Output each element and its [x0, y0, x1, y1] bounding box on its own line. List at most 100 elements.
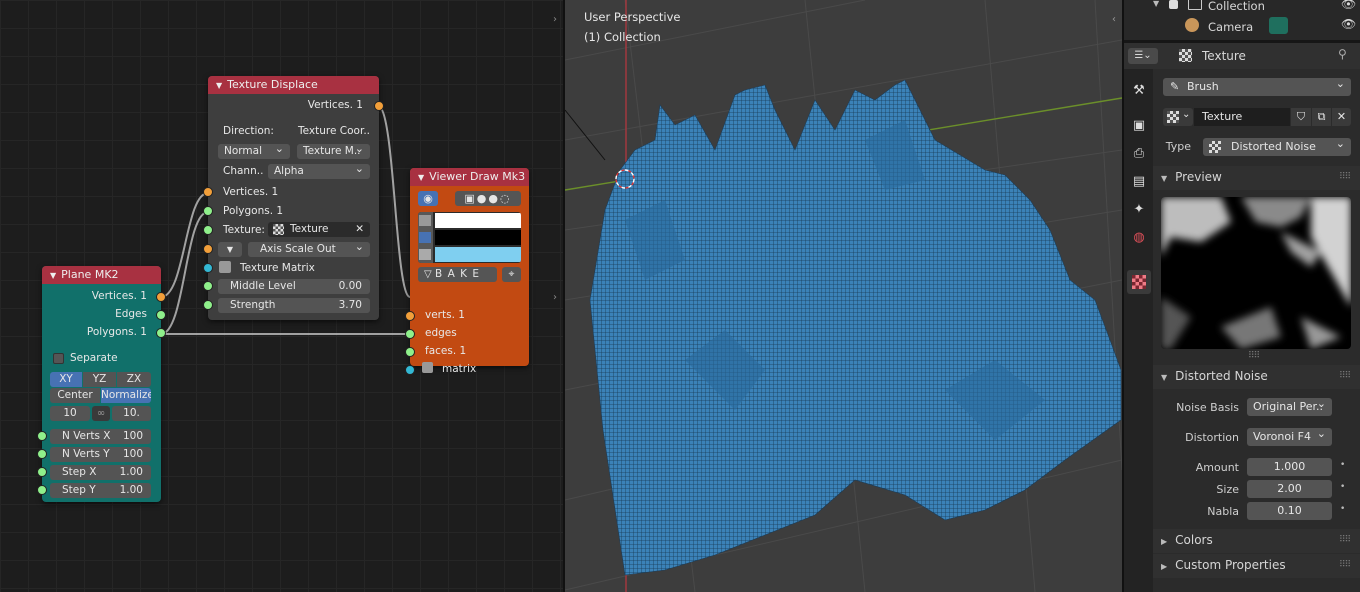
eye-icon[interactable]: 👁 — [1341, 17, 1356, 31]
clear-texture-icon[interactable]: ✕ — [355, 222, 364, 237]
center-button[interactable]: Center — [50, 388, 100, 403]
texture-mapping-dropdown[interactable]: Texture M.. — [297, 144, 370, 159]
sidebar-toggle-icon[interactable]: ‹ — [1112, 14, 1116, 25]
eye-icon[interactable]: 👁 — [1341, 0, 1356, 11]
eye-toggle-button[interactable]: ◉ — [418, 191, 438, 206]
camera-data-icon[interactable] — [1269, 17, 1288, 34]
plane-mk2-node[interactable]: ▼ Plane MK2 Vertices. 1 Edges Polygons. 1… — [37, 266, 166, 502]
face-color-swatch[interactable] — [435, 247, 521, 262]
in-faces-socket[interactable] — [405, 347, 415, 357]
edge-color-swatch[interactable] — [435, 230, 521, 245]
size-b-field[interactable]: 10. — [112, 406, 151, 421]
vertex-color-swatch[interactable] — [435, 213, 521, 228]
world-tab-icon[interactable]: ◍ — [1131, 230, 1147, 246]
axis-scale-dropdown[interactable]: Axis Scale Out — [248, 242, 370, 257]
outliner[interactable]: ▼ Collection 👁 Camera 👁 — [1124, 0, 1360, 40]
plane-zx-button[interactable]: ZX — [117, 372, 151, 387]
scale-mode-toggle[interactable]: ▼ — [218, 242, 242, 257]
custom-properties-panel-header[interactable]: ▶ Custom Properties ⠿⠿ — [1153, 554, 1360, 578]
drag-handle-icon[interactable]: ⠿⠿ — [1339, 371, 1351, 381]
outliner-collection-label[interactable]: Collection — [1208, 0, 1265, 13]
plane-xy-button[interactable]: XY — [50, 372, 82, 387]
mode-normal-dropdown[interactable]: Normal — [218, 144, 290, 159]
in-texture-socket[interactable] — [203, 225, 213, 235]
view-layer-tab-icon[interactable]: ▤ — [1131, 174, 1147, 190]
size-field[interactable]: 2.00 — [1247, 480, 1332, 498]
in-step-y-socket[interactable] — [37, 485, 47, 495]
in-step-x-socket[interactable] — [37, 467, 47, 477]
viewer-draw-header[interactable]: ▼ Viewer Draw Mk3 — [410, 168, 529, 186]
preview-resize-handle-icon[interactable]: ⠿⠿ — [1248, 351, 1260, 361]
middle-level-field[interactable]: Middle Level 0.00 — [218, 279, 370, 294]
separate-checkbox[interactable] — [53, 353, 64, 364]
animate-property-icon[interactable]: • — [1340, 504, 1345, 514]
nverts-x-field[interactable]: N Verts X 100 — [50, 429, 151, 444]
properties-editor[interactable]: ▼ Collection 👁 Camera 👁 ☰⌄ Texture ⚲ ⚒ ▣… — [1124, 0, 1360, 592]
texture-context-dropdown[interactable]: ✎ Brush — [1163, 78, 1351, 96]
scene-tab-icon[interactable]: ✦ — [1131, 202, 1147, 218]
distorted-noise-panel-header[interactable]: ▼ Distorted Noise ⠿⠿ — [1153, 365, 1360, 389]
normalize-button[interactable]: Normalize — [101, 388, 151, 403]
texture-displace-header[interactable]: ▼ Texture Displace — [208, 76, 379, 94]
out-vertices-socket[interactable] — [374, 101, 384, 111]
3d-viewport[interactable]: User Perspective (1) Collection ‹ — [565, 0, 1122, 592]
in-vertices-socket[interactable] — [203, 187, 213, 197]
viewer-draw-node[interactable]: ▼ Viewer Draw Mk3 ◉ ▣●●◌ ▽ B A K E ⌖ verts… — [405, 168, 529, 375]
expand-triangle-icon[interactable]: ▼ — [1153, 0, 1159, 8]
drag-handle-icon[interactable]: ⠿⠿ — [1339, 172, 1351, 182]
region-toggle-icon[interactable]: › — [553, 14, 557, 25]
in-polygons-socket[interactable] — [203, 206, 213, 216]
collection-checkbox[interactable] — [1169, 0, 1178, 9]
duplicate-button[interactable]: ⧉ — [1312, 108, 1331, 126]
in-strength-socket[interactable] — [203, 300, 213, 310]
output-tab-icon[interactable]: ⎙ — [1131, 146, 1147, 162]
animate-property-icon[interactable]: • — [1340, 460, 1345, 470]
out-edges-socket[interactable] — [156, 310, 166, 320]
distortion-dropdown[interactable]: Voronoi F4 — [1247, 428, 1332, 446]
in-scale-socket[interactable] — [203, 244, 213, 254]
colors-panel-header[interactable]: ▶ Colors ⠿⠿ — [1153, 529, 1360, 553]
noise-basis-dropdown[interactable]: Original Per.. — [1247, 398, 1332, 416]
amount-field[interactable]: 1.000 — [1247, 458, 1332, 476]
nabla-field[interactable]: 0.10 — [1247, 502, 1332, 520]
region-toggle-icon[interactable]: › — [553, 292, 557, 303]
out-vertices-socket[interactable] — [156, 292, 166, 302]
strength-field[interactable]: Strength 3.70 — [218, 298, 370, 313]
drag-handle-icon[interactable]: ⠿⠿ — [1339, 535, 1351, 545]
tool-tab-icon[interactable]: ⚒ — [1131, 83, 1147, 99]
channel-dropdown[interactable]: Alpha — [268, 164, 370, 179]
texture-displace-node[interactable]: ▼ Texture Displace Vertices. 1 Direction:… — [203, 76, 384, 320]
size-a-field[interactable]: 10 — [50, 406, 90, 421]
in-edges-socket[interactable] — [405, 329, 415, 339]
outliner-camera-label[interactable]: Camera — [1208, 20, 1253, 34]
nverts-y-field[interactable]: N Verts Y 100 — [50, 447, 151, 462]
plane-mk2-header[interactable]: ▼ Plane MK2 — [42, 266, 161, 284]
out-polygons-socket[interactable] — [156, 328, 166, 338]
preview-panel-header[interactable]: ▼ Preview ⠿⠿ — [1153, 166, 1360, 190]
collapse-triangle-icon[interactable]: ▼ — [418, 173, 424, 182]
in-verts-socket[interactable] — [405, 311, 415, 321]
animate-property-icon[interactable]: • — [1340, 482, 1345, 492]
plane-yz-button[interactable]: YZ — [83, 372, 116, 387]
in-middle-level-socket[interactable] — [203, 281, 213, 291]
focus-button[interactable]: ⌖ — [502, 267, 521, 282]
texture-tab-button[interactable] — [1127, 270, 1151, 294]
texture-type-dropdown[interactable]: Distorted Noise — [1203, 138, 1351, 156]
collapse-triangle-icon[interactable]: ▼ — [50, 271, 56, 280]
step-y-field[interactable]: Step Y 1.00 — [50, 483, 151, 498]
in-nverts-x-socket[interactable] — [37, 431, 47, 441]
fake-user-button[interactable]: ⛉ — [1291, 108, 1311, 126]
in-nverts-y-socket[interactable] — [37, 449, 47, 459]
bake-button[interactable]: ▽ B A K E — [418, 267, 497, 282]
render-tab-icon[interactable]: ▣ — [1131, 118, 1147, 134]
texture-browse-button[interactable]: ⌄ — [1163, 108, 1193, 126]
node-editor[interactable]: ▼ Texture Displace Vertices. 1 Direction:… — [0, 0, 563, 592]
in-matrix-socket[interactable] — [203, 263, 213, 273]
unlink-button[interactable]: ✕ — [1332, 108, 1351, 126]
in-matrix-socket[interactable] — [405, 365, 415, 375]
pin-icon[interactable]: ⚲ — [1338, 47, 1347, 61]
texture-selector[interactable]: Texture ✕ — [268, 222, 370, 237]
editor-type-icon[interactable]: ☰⌄ — [1128, 48, 1158, 64]
display-mode-buttons[interactable]: ▣●●◌ — [455, 191, 521, 206]
texture-name-field[interactable]: Texture — [1194, 108, 1290, 126]
